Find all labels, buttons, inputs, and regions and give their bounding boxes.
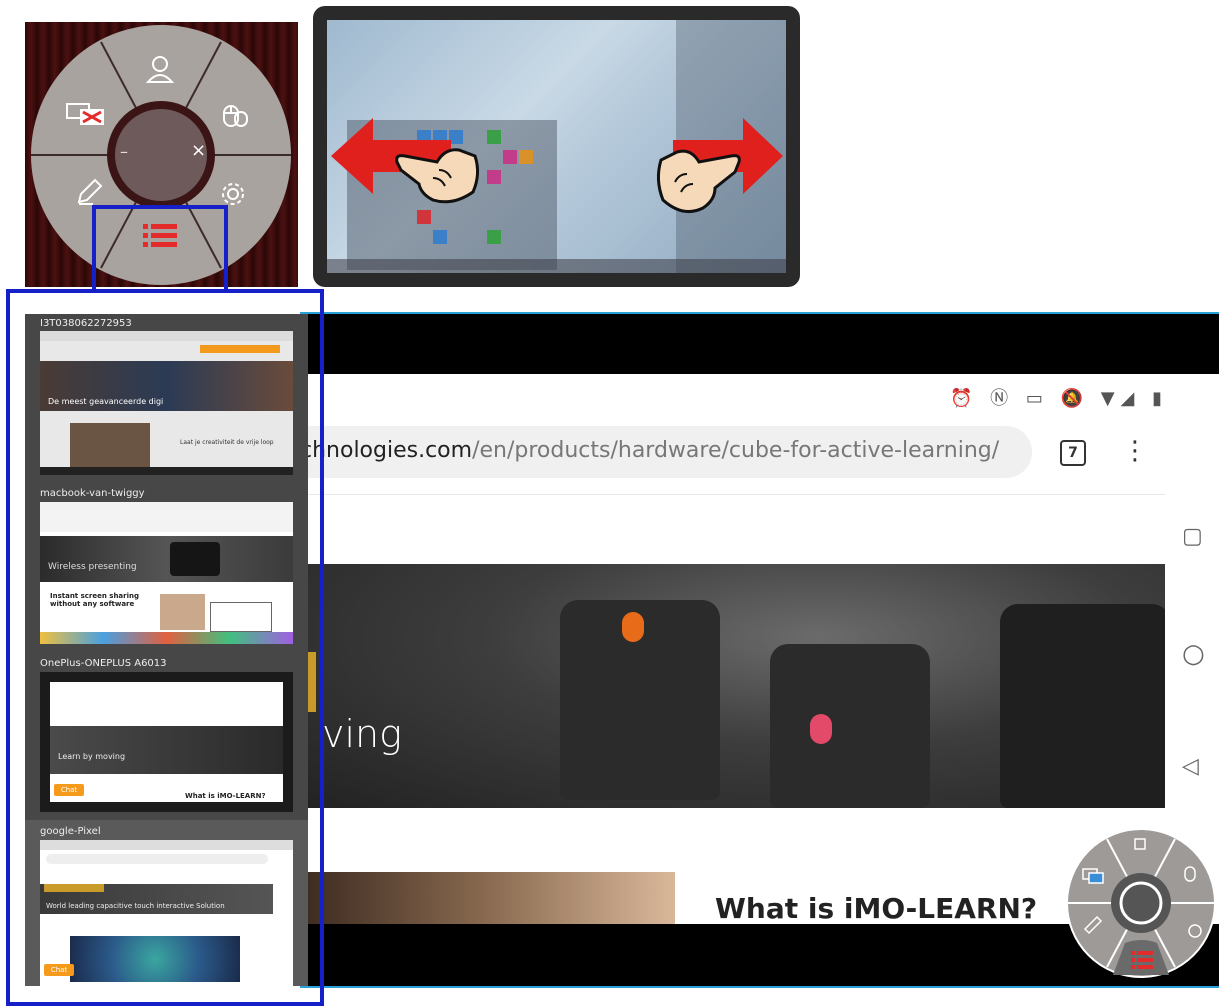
pointing-hand-right-icon (656, 149, 741, 214)
section-heading: What is iMO-LEARN? (715, 892, 1038, 924)
home-button[interactable]: ○ (1182, 639, 1205, 669)
hero-heading: ving (322, 712, 402, 756)
hero-image: ving (300, 564, 1165, 808)
mouse-icon[interactable] (218, 98, 250, 134)
taskbar (327, 259, 786, 273)
close-button[interactable]: × (191, 140, 206, 161)
status-bar-icons: ⏰ Ⓝ ▭ 🔕 ▼◢ ▮ (950, 388, 1169, 409)
user-icon[interactable] (145, 54, 175, 88)
mini-radial-menu[interactable] (1063, 825, 1219, 985)
recent-apps-button[interactable]: ▢ (1182, 524, 1203, 549)
url-text[interactable]: chnologies.com/en/products/hardware/cube… (300, 438, 999, 463)
tablet-frame (313, 6, 800, 287)
back-button[interactable]: ◁ (1182, 754, 1199, 779)
more-options-icon[interactable]: ⋮ (1122, 438, 1148, 464)
tab-switcher-button[interactable]: 7 (1060, 440, 1086, 466)
section-image (300, 872, 675, 924)
minimize-button[interactable]: – (120, 142, 128, 161)
screen-share-disabled-icon[interactable] (65, 100, 109, 134)
highlight-device-list (6, 289, 324, 1006)
pointing-hand-left-icon (395, 148, 480, 204)
highlight-list-button (92, 205, 228, 293)
